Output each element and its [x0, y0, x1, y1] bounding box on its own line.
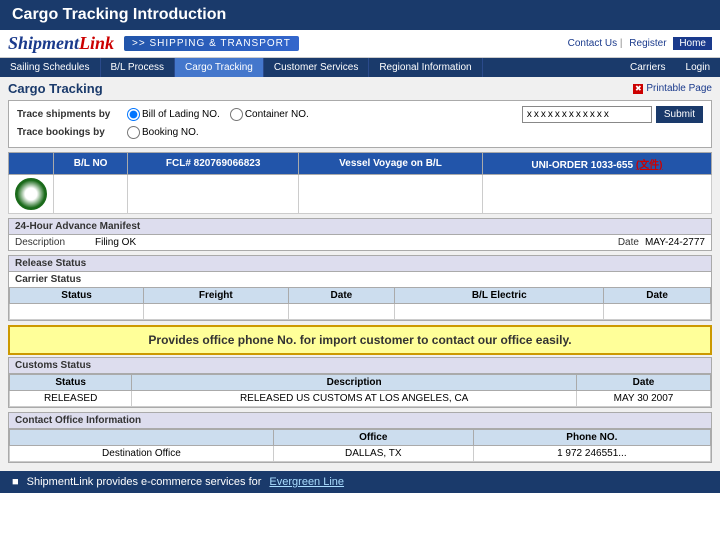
- radio-bl[interactable]: Bill of Lading NO.: [127, 108, 220, 121]
- release-header: Release Status: [9, 256, 711, 272]
- customs-date: MAY 30 2007: [577, 391, 711, 407]
- result-col-fcl: FCL# 820769066823: [128, 153, 299, 175]
- top-links: Contact Us | Register Home: [564, 38, 712, 49]
- shipping-badge: >> SHIPPING & TRANSPORT: [124, 36, 299, 51]
- manifest-row: Description Filing OK Date MAY-24-2777: [9, 235, 711, 250]
- result-col-uniorder: UNI-ORDER 1033-655 (文件): [482, 153, 711, 175]
- radio-container-input[interactable]: [230, 108, 243, 121]
- print-icon: ✖: [633, 84, 643, 94]
- carrier-status-label: Carrier Status: [9, 272, 711, 287]
- radio-bl-input[interactable]: [127, 108, 140, 121]
- bottom-bullet: ■: [12, 476, 19, 488]
- trace-bookings-label: Trace bookings by: [17, 127, 127, 138]
- result-fcl-cell: [128, 175, 299, 214]
- customs-description: RELEASED US CUSTOMS AT LOS ANGELES, CA: [132, 391, 577, 407]
- logo-link: Link: [79, 33, 114, 53]
- release-col-electric: B/L Electric: [395, 288, 604, 304]
- nav-item-login[interactable]: Login: [676, 58, 720, 77]
- release-col-date2: Date: [604, 288, 711, 304]
- nav-item-bl[interactable]: B/L Process: [101, 58, 176, 77]
- content-area: Cargo Tracking ✖ Printable Page Trace sh…: [0, 77, 720, 471]
- result-logo-cell: ✿: [9, 175, 54, 214]
- page-header-title: Cargo Tracking Introduction: [12, 6, 226, 23]
- page-title: Cargo Tracking: [8, 81, 103, 96]
- main-nav: Sailing Schedules B/L Process Cargo Trac…: [0, 58, 720, 77]
- contact-section: Contact Office Information Office Phone …: [8, 412, 712, 463]
- carrier-logo: ✿: [15, 178, 47, 210]
- divider: |: [620, 38, 625, 49]
- customs-status: RELEASED: [10, 391, 132, 407]
- contact-col-phone: Phone NO.: [473, 430, 710, 446]
- table-row: ✿: [9, 175, 712, 214]
- nav-item-regional[interactable]: Regional Information: [369, 58, 482, 77]
- nav-item-sailing[interactable]: Sailing Schedules: [0, 58, 101, 77]
- contact-row: Destination Office DALLAS, TX 1 972 2465…: [10, 446, 711, 462]
- radio-booking[interactable]: Booking NO.: [127, 126, 199, 139]
- radio-booking-input[interactable]: [127, 126, 140, 139]
- logo-area: ShipmentLink >> SHIPPING & TRANSPORT: [8, 33, 299, 54]
- nav-item-customer[interactable]: Customer Services: [264, 58, 369, 77]
- nav-item-cargo[interactable]: Cargo Tracking: [175, 58, 264, 77]
- release-section: Release Status Carrier Status Status Fre…: [8, 255, 712, 321]
- manifest-desc-label: Description: [15, 237, 95, 248]
- booking-radio-group: Booking NO.: [127, 126, 199, 139]
- search-box: Trace shipments by Bill of Lading NO. Co…: [8, 100, 712, 148]
- contact-table: Office Phone NO. Destination Office DALL…: [9, 429, 711, 462]
- customs-header: Customs Status: [9, 358, 711, 374]
- bottom-text: ShipmentLink provides e-commerce service…: [27, 476, 262, 488]
- result-uniorder-cell: [482, 175, 711, 214]
- customs-table: Status Description Date RELEASED RELEASE…: [9, 374, 711, 407]
- contact-office: DALLAS, TX: [273, 446, 473, 462]
- contact-desc: Destination Office: [10, 446, 274, 462]
- shipment-radio-group: Bill of Lading NO. Container NO.: [127, 108, 309, 121]
- contact-link[interactable]: Contact Us: [568, 38, 617, 49]
- contact-col-desc: [10, 430, 274, 446]
- release-col-date: Date: [288, 288, 395, 304]
- release-col-status: Status: [10, 288, 144, 304]
- contact-phone: 1 972 246551...: [473, 446, 710, 462]
- register-link[interactable]: Register: [629, 38, 666, 49]
- evergreen-link[interactable]: Evergreen Line: [269, 476, 344, 488]
- trace-shipments-label: Trace shipments by: [17, 109, 127, 120]
- search-input[interactable]: [522, 106, 652, 123]
- manifest-date-value: MAY-24-2777: [645, 237, 705, 248]
- highlight-box: Provides office phone No. for import cus…: [8, 325, 712, 355]
- search-input-area: Submit: [309, 106, 703, 123]
- customs-col-date: Date: [577, 375, 711, 391]
- contact-header: Contact Office Information: [9, 413, 711, 429]
- result-col-logo: [9, 153, 54, 175]
- radio-container[interactable]: Container NO.: [230, 108, 309, 121]
- manifest-date-label: Date: [618, 237, 639, 248]
- home-button[interactable]: Home: [673, 37, 712, 50]
- printable-link[interactable]: ✖ Printable Page: [633, 83, 712, 94]
- contact-col-office: Office: [273, 430, 473, 446]
- customs-section: Customs Status Status Description Date R…: [8, 357, 712, 408]
- page-title-bar: Cargo Tracking ✖ Printable Page: [8, 81, 712, 96]
- search-row-1: Trace shipments by Bill of Lading NO. Co…: [17, 106, 703, 123]
- release-table: Status Freight Date B/L Electric Date: [9, 287, 711, 320]
- result-bl-cell: [54, 175, 128, 214]
- release-col-freight: Freight: [144, 288, 288, 304]
- result-vessel-cell: [299, 175, 483, 214]
- site-logo[interactable]: ShipmentLink: [8, 33, 114, 54]
- result-col-bl: B/L NO: [54, 153, 128, 175]
- page-header: Cargo Tracking Introduction: [0, 0, 720, 30]
- logo-ship: Shipment: [8, 33, 79, 53]
- result-col-vessel: Vessel Voyage on B/L: [299, 153, 483, 175]
- result-table: B/L NO FCL# 820769066823 Vessel Voyage o…: [8, 152, 712, 214]
- bottom-bar: ■ ShipmentLink provides e-commerce servi…: [0, 471, 720, 493]
- manifest-desc-value: Filing OK: [95, 237, 618, 248]
- customs-col-desc: Description: [132, 375, 577, 391]
- search-row-2: Trace bookings by Booking NO.: [17, 126, 703, 139]
- nav-item-carriers[interactable]: Carriers: [620, 58, 676, 77]
- manifest-header: 24-Hour Advance Manifest: [9, 219, 711, 235]
- top-nav: ShipmentLink >> SHIPPING & TRANSPORT Con…: [0, 30, 720, 58]
- manifest-section: 24-Hour Advance Manifest Description Fil…: [8, 218, 712, 251]
- submit-button[interactable]: Submit: [656, 106, 703, 123]
- customs-col-status: Status: [10, 375, 132, 391]
- customs-row: RELEASED RELEASED US CUSTOMS AT LOS ANGE…: [10, 391, 711, 407]
- release-empty-row: [10, 304, 711, 320]
